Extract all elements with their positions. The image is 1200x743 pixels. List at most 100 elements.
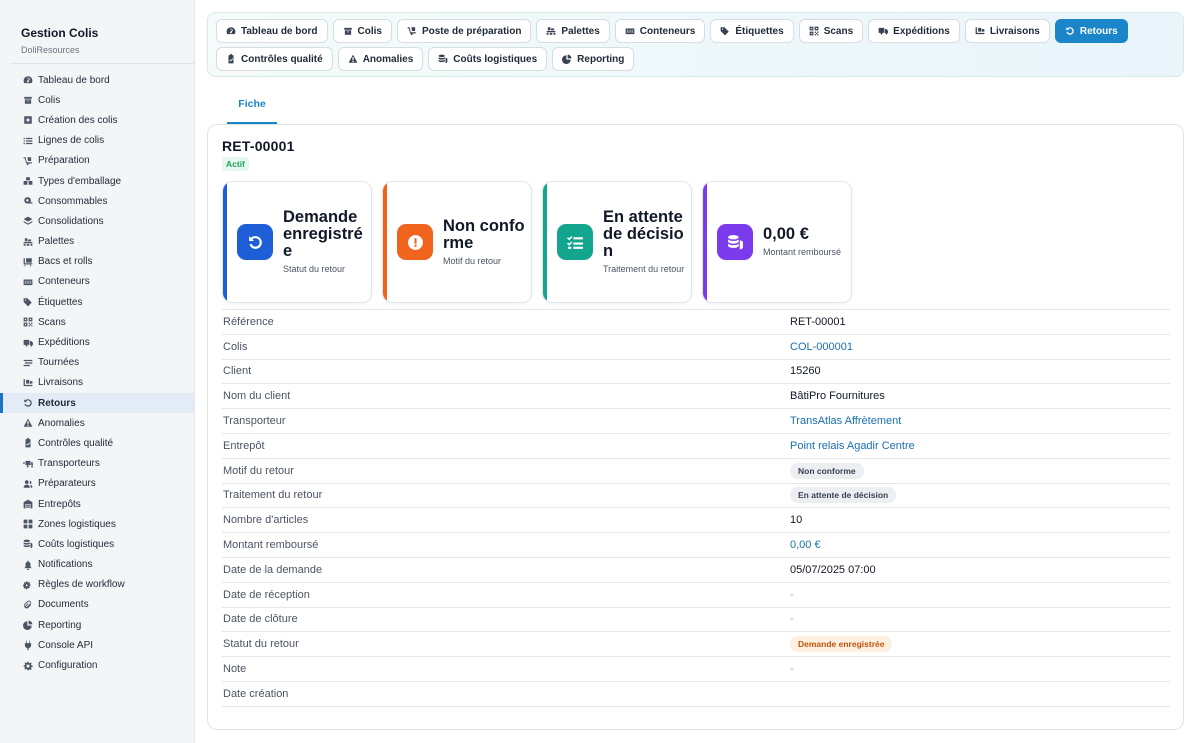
sidebar-item-label: Création des colis <box>38 114 118 126</box>
kpi-body: Demande enregistrée Statut du retour <box>283 182 365 302</box>
table-row: Entrepôt Point relais Agadir Centre <box>222 433 1170 458</box>
coins-icon <box>717 224 753 260</box>
field-value: - <box>790 588 794 601</box>
tab-label: Retours <box>1079 25 1118 37</box>
sidebar-item-tableau-de-bord[interactable]: Tableau de bord <box>0 70 194 90</box>
table-row: Colis COL-000001 <box>222 334 1170 359</box>
tab-scans[interactable]: Scans <box>798 19 864 43</box>
plug-icon <box>24 640 32 651</box>
sidebar-item-label: Consolidations <box>38 215 104 227</box>
tab--tiquettes[interactable]: Étiquettes <box>710 19 794 43</box>
sidebar-item-pr-paration[interactable]: Préparation <box>0 151 194 171</box>
shipping-fast-icon <box>23 459 33 469</box>
sidebar-item-configuration[interactable]: Configuration <box>0 655 194 675</box>
field-value-cell: TransAtlas Affrètement <box>790 409 1170 434</box>
sidebar-item-r-gles-de-workflow[interactable]: Règles de workflow <box>0 575 194 595</box>
tags-icon <box>23 297 33 307</box>
sidebar-item-lignes-de-colis[interactable]: Lignes de colis <box>0 131 194 151</box>
plus-square-icon <box>24 116 32 125</box>
sidebar-item-consommables[interactable]: Consommables <box>0 191 194 211</box>
sidebar-item-contr-les-qualit-[interactable]: Contrôles qualité <box>0 433 194 453</box>
sidebar-item-reporting[interactable]: Reporting <box>0 615 194 635</box>
sidebar-item-console-api[interactable]: Console API <box>0 635 194 655</box>
tab-label: Contrôles qualité <box>241 53 323 65</box>
tab-fiche[interactable]: Fiche <box>227 98 277 124</box>
tab-co-ts-logistiques[interactable]: Coûts logistiques <box>428 47 548 71</box>
tab-retours[interactable]: Retours <box>1054 19 1128 43</box>
field-link[interactable]: COL-000001 <box>790 341 853 353</box>
sidebar-item-documents[interactable]: Documents <box>0 595 194 615</box>
coins-icon <box>23 540 33 549</box>
coins-icon <box>23 539 33 549</box>
field-label: Motif du retour <box>223 464 294 477</box>
truck-loading-icon <box>23 379 33 387</box>
qrcode-icon <box>23 317 33 327</box>
sidebar-item-anomalies[interactable]: Anomalies <box>0 413 194 433</box>
tab-reporting[interactable]: Reporting <box>552 47 635 71</box>
sidebar-item-conteneurs[interactable]: Conteneurs <box>0 272 194 292</box>
sidebar-item-transporteurs[interactable]: Transporteurs <box>0 454 194 474</box>
sidebar-item-livraisons[interactable]: Livraisons <box>0 373 194 393</box>
tab-anomalies[interactable]: Anomalies <box>337 47 424 71</box>
field-link[interactable]: Point relais Agadir Centre <box>790 440 915 452</box>
tab-tableau-de-bord[interactable]: Tableau de bord <box>216 19 328 43</box>
route-icon <box>23 359 33 366</box>
sidebar-item-label: Documents <box>38 599 89 611</box>
field-link[interactable]: TransAtlas Affrètement <box>790 415 901 427</box>
sidebar-item-co-ts-logistiques[interactable]: Coûts logistiques <box>0 534 194 554</box>
tab-poste-de-pr-paration[interactable]: Poste de préparation <box>396 19 532 43</box>
kpi-cards: Demande enregistrée Statut du retour Non c… <box>222 181 852 303</box>
kpi-value: En attente de décision <box>603 208 684 260</box>
truck-loading-icon <box>23 378 33 388</box>
top-navigation: Tableau de bord Colis Poste de préparation… <box>207 12 1184 77</box>
tab-colis[interactable]: Colis <box>332 19 392 43</box>
tab-label: Scans <box>823 25 854 37</box>
sidebar-item-consolidations[interactable]: Consolidations <box>0 211 194 231</box>
dolly-flatbed-icon <box>23 258 33 267</box>
gear-icon <box>23 661 33 671</box>
field-value: RET-00001 <box>790 315 846 328</box>
sidebar-item--tiquettes[interactable]: Étiquettes <box>0 292 194 312</box>
tab-palettes[interactable]: Palettes <box>536 19 610 43</box>
tab-conteneurs[interactable]: Conteneurs <box>614 19 706 43</box>
table-row: Date de réception - <box>222 582 1170 607</box>
tab-exp-ditions[interactable]: Expéditions <box>868 19 960 43</box>
sidebar-item-notifications[interactable]: Notifications <box>0 555 194 575</box>
sidebar-item-zones-logistiques[interactable]: Zones logistiques <box>0 514 194 534</box>
table-row: Transporteur TransAtlas Affrètement <box>222 408 1170 434</box>
sidebar-item-colis[interactable]: Colis <box>0 90 194 110</box>
sidebar-item-cr-ation-des-colis[interactable]: Création des colis <box>0 110 194 130</box>
sidebar-item-tourn-es[interactable]: Tournées <box>0 353 194 373</box>
tab-contr-les-qualit-[interactable]: Contrôles qualité <box>216 47 333 71</box>
tape-icon <box>24 197 33 204</box>
grid-icon <box>23 519 33 529</box>
sidebar-item-exp-ditions[interactable]: Expéditions <box>0 332 194 352</box>
sidebar-item-label: Lignes de colis <box>38 135 105 147</box>
sidebar-item-pr-parateurs[interactable]: Préparateurs <box>0 474 194 494</box>
sidebar-item-label: Transporteurs <box>38 458 100 470</box>
warning-icon <box>348 54 363 64</box>
sidebar-item-retours[interactable]: Retours <box>0 393 194 414</box>
sidebar-item-scans[interactable]: Scans <box>0 312 194 332</box>
kpi-accent-bar <box>383 182 387 302</box>
field-value-cell: Demande enregistrée <box>790 632 1170 657</box>
field-label: Colis <box>223 340 248 353</box>
sidebar-item-types-d-emballage[interactable]: Types d'emballage <box>0 171 194 191</box>
tab-label: Poste de préparation <box>421 25 522 37</box>
sidebar-item-palettes[interactable]: Palettes <box>0 232 194 252</box>
sidebar-item-entrep-ts[interactable]: Entrepôts <box>0 494 194 514</box>
dolly-icon <box>23 157 32 165</box>
kpi-card: Non conforme Motif du retour <box>382 181 532 303</box>
field-value-cell: Non conforme <box>790 458 1170 483</box>
sidebar-item-label: Scans <box>38 316 66 328</box>
tab-livraisons[interactable]: Livraisons <box>964 19 1050 43</box>
field-label: Traitement du retour <box>223 489 323 502</box>
gauge-icon <box>226 26 241 36</box>
tasks-icon <box>566 235 583 249</box>
sidebar-item-bacs-et-rolls[interactable]: Bacs et rolls <box>0 252 194 272</box>
field-value: 10 <box>790 514 803 527</box>
sidebar-item-label: Bacs et rolls <box>38 256 93 268</box>
paperclip-icon <box>23 600 33 610</box>
gauge-icon <box>23 75 33 85</box>
grid-icon <box>23 519 33 529</box>
